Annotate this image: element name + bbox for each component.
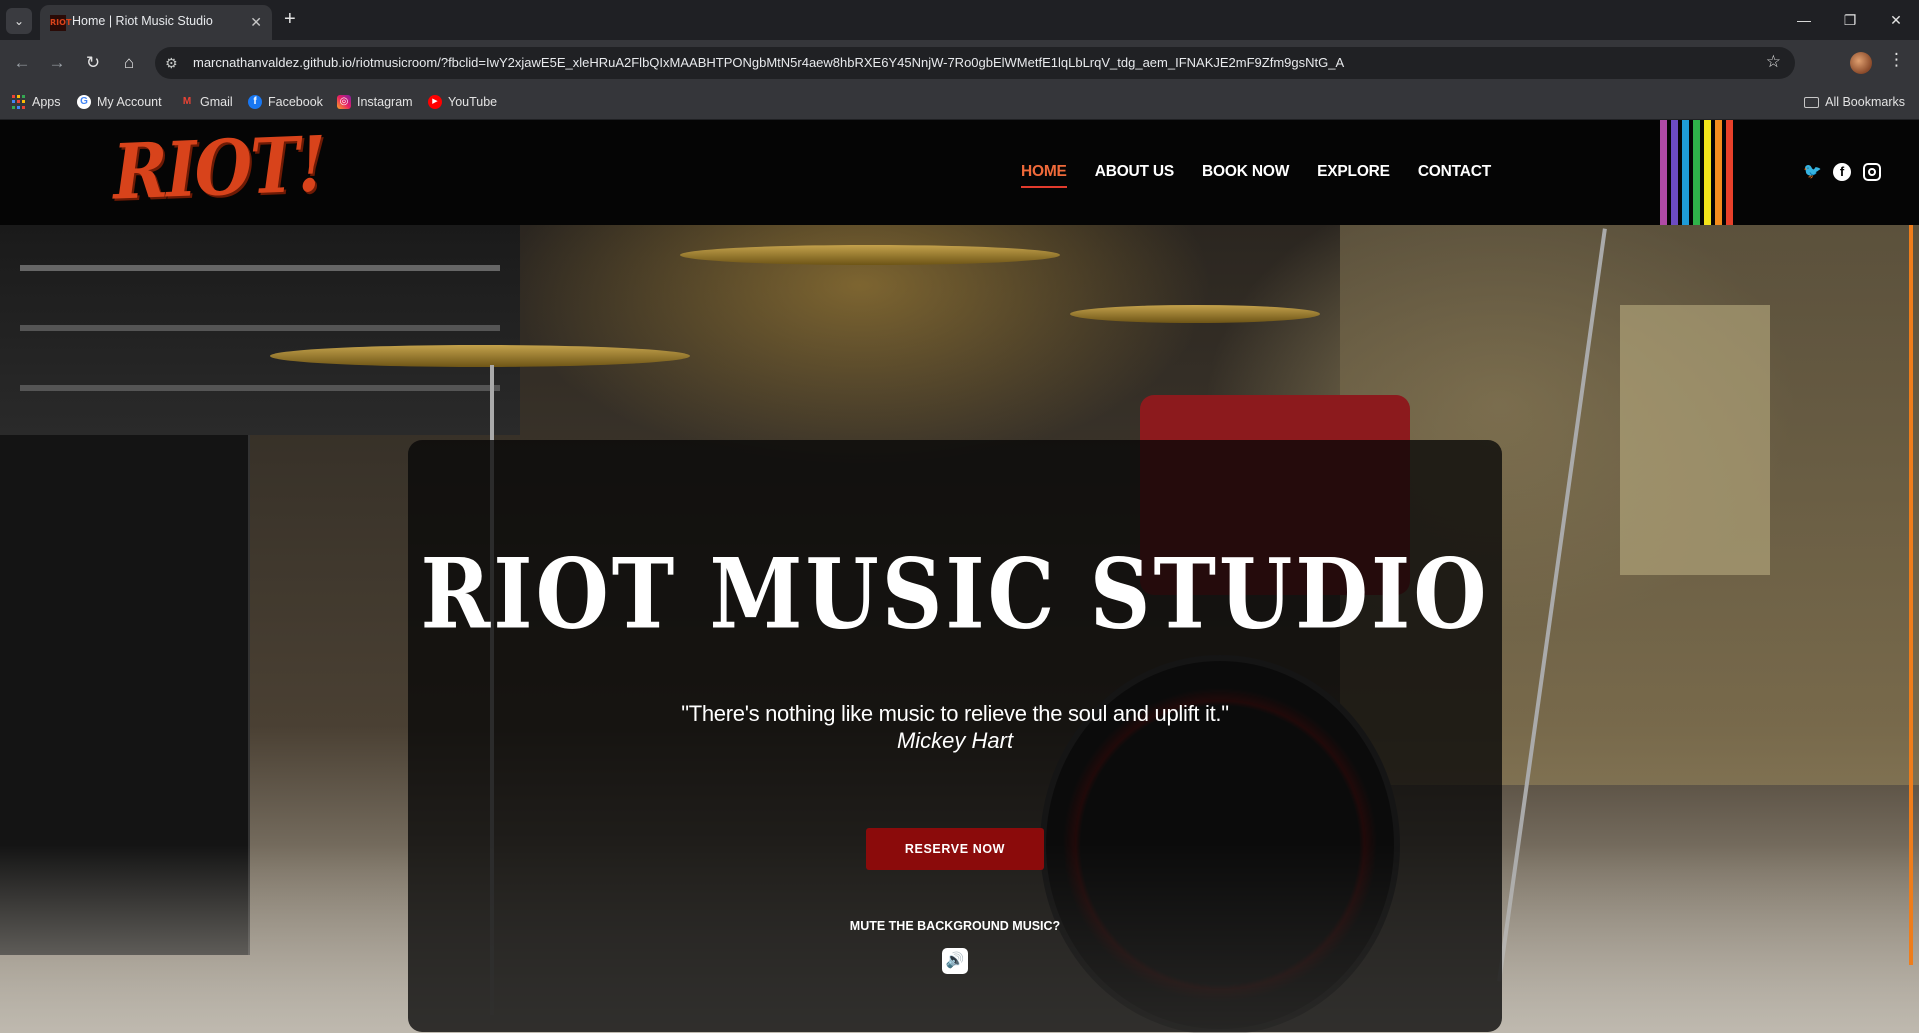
google-icon: G bbox=[77, 95, 91, 109]
rainbow-stripe bbox=[1682, 120, 1689, 225]
restore-icon[interactable]: ❐ bbox=[1836, 6, 1864, 34]
bookmark-gmail[interactable]: M Gmail bbox=[180, 95, 233, 109]
instagram-icon: ◎ bbox=[337, 95, 351, 109]
bookmarks-bar: Apps G My Account M Gmail f Facebook ◎ I… bbox=[0, 86, 1919, 120]
quote-author: Mickey Hart bbox=[896, 728, 1014, 753]
bookmark-label: YouTube bbox=[448, 95, 498, 109]
close-window-icon[interactable]: ✕ bbox=[1882, 6, 1910, 34]
bookmark-youtube[interactable]: ▶ YouTube bbox=[428, 95, 497, 109]
cymbal-top bbox=[680, 245, 1060, 265]
youtube-icon: ▶ bbox=[428, 95, 442, 109]
page-viewport: RIOT MUSIC STUDIO "There's nothing like … bbox=[0, 120, 1919, 1033]
hero-quote: "There's nothing like music to relieve t… bbox=[681, 701, 1229, 726]
speaker-icon[interactable]: 🔊 bbox=[942, 948, 968, 974]
browser-tabstrip: ⌄ RIOT Home | Riot Music Studio ✕ + — ❐ … bbox=[0, 0, 1919, 40]
menu-kebab-icon[interactable]: ⋮ bbox=[1888, 50, 1905, 70]
instagram-icon[interactable] bbox=[1863, 163, 1881, 181]
nav-home[interactable]: HOME bbox=[1021, 163, 1067, 188]
hero-card: RIOT MUSIC STUDIO "There's nothing like … bbox=[408, 440, 1502, 1032]
acoustic-panel bbox=[1620, 305, 1770, 575]
rainbow-stripe bbox=[1671, 120, 1678, 225]
all-bookmarks[interactable]: All Bookmarks bbox=[1804, 95, 1905, 109]
hero-background: RIOT MUSIC STUDIO "There's nothing like … bbox=[0, 225, 1919, 1033]
riot-favicon-icon: RIOT bbox=[50, 15, 71, 31]
back-icon[interactable]: ← bbox=[10, 51, 34, 75]
all-bookmarks-label: All Bookmarks bbox=[1825, 95, 1905, 109]
amp-rack bbox=[0, 225, 520, 435]
bookmark-my-account[interactable]: G My Account bbox=[77, 95, 162, 109]
bookmark-label: Facebook bbox=[268, 95, 323, 109]
url-text[interactable]: marcnathanvaldez.github.io/riotmusicroom… bbox=[193, 55, 1344, 70]
nav-explore[interactable]: EXPLORE bbox=[1317, 163, 1390, 181]
reserve-now-button[interactable]: RESERVE NOW bbox=[866, 828, 1044, 870]
nav-book-now[interactable]: BOOK NOW bbox=[1202, 163, 1289, 181]
reload-icon[interactable]: ↻ bbox=[81, 51, 105, 75]
facebook-icon[interactable]: f bbox=[1833, 163, 1851, 181]
bookmark-apps[interactable]: Apps bbox=[12, 95, 61, 109]
site-header: RIOT! HOME ABOUT US BOOK NOW EXPLORE CON… bbox=[0, 120, 1919, 225]
cymbal-left bbox=[270, 345, 690, 367]
tab-title: Home | Riot Music Studio bbox=[72, 14, 213, 28]
site-info-icon[interactable]: ⚙ bbox=[165, 55, 178, 71]
rainbow-stripe bbox=[1660, 120, 1667, 225]
address-bar[interactable]: ⚙ marcnathanvaldez.github.io/riotmusicro… bbox=[155, 47, 1795, 79]
forward-icon[interactable]: → bbox=[45, 51, 69, 75]
nav-about-us[interactable]: ABOUT US bbox=[1095, 163, 1175, 181]
rainbow-stripe bbox=[1715, 120, 1722, 225]
home-icon[interactable]: ⌂ bbox=[117, 51, 141, 75]
main-nav: HOME ABOUT US BOOK NOW EXPLORE CONTACT bbox=[1021, 163, 1491, 188]
bookmark-instagram[interactable]: ◎ Instagram bbox=[337, 95, 413, 109]
minimize-icon[interactable]: — bbox=[1790, 6, 1818, 34]
tab-search-icon[interactable]: ⌄ bbox=[6, 8, 32, 34]
bookmark-star-icon[interactable]: ☆ bbox=[1766, 52, 1781, 72]
facebook-icon: f bbox=[248, 95, 262, 109]
mute-music-label: MUTE THE BACKGROUND MUSIC? bbox=[849, 919, 1061, 933]
tab-close-icon[interactable]: ✕ bbox=[250, 13, 262, 31]
rainbow-stripe bbox=[1704, 120, 1711, 225]
rainbow-stripe bbox=[1693, 120, 1700, 225]
rainbow-stripe bbox=[1726, 120, 1733, 225]
browser-tab[interactable]: RIOT Home | Riot Music Studio ✕ bbox=[40, 5, 272, 40]
profile-avatar[interactable] bbox=[1850, 52, 1872, 74]
bookmark-label: Instagram bbox=[357, 95, 413, 109]
bookmark-label: My Account bbox=[97, 95, 162, 109]
rainbow-stripes bbox=[1660, 120, 1733, 225]
bookmark-facebook[interactable]: f Facebook bbox=[248, 95, 323, 109]
cymbal-right bbox=[1070, 305, 1320, 323]
site-logo[interactable]: RIOT! bbox=[112, 120, 326, 217]
bookmark-label: Apps bbox=[32, 95, 61, 109]
gmail-icon: M bbox=[182, 96, 192, 107]
social-links: 🐦 f bbox=[1803, 163, 1881, 181]
twitter-icon[interactable]: 🐦 bbox=[1803, 163, 1822, 181]
bookmark-label: Gmail bbox=[200, 95, 233, 109]
folder-icon bbox=[1804, 96, 1820, 108]
new-tab-icon[interactable]: + bbox=[284, 8, 296, 30]
page-scrollbar[interactable] bbox=[1909, 225, 1919, 1033]
apps-grid-icon bbox=[12, 95, 26, 109]
browser-toolbar: ← → ↻ ⌂ ⚙ marcnathanvaldez.github.io/rio… bbox=[0, 40, 1919, 86]
hero-title: RIOT MUSIC STUDIO bbox=[420, 536, 1490, 651]
nav-contact[interactable]: CONTACT bbox=[1418, 163, 1491, 181]
